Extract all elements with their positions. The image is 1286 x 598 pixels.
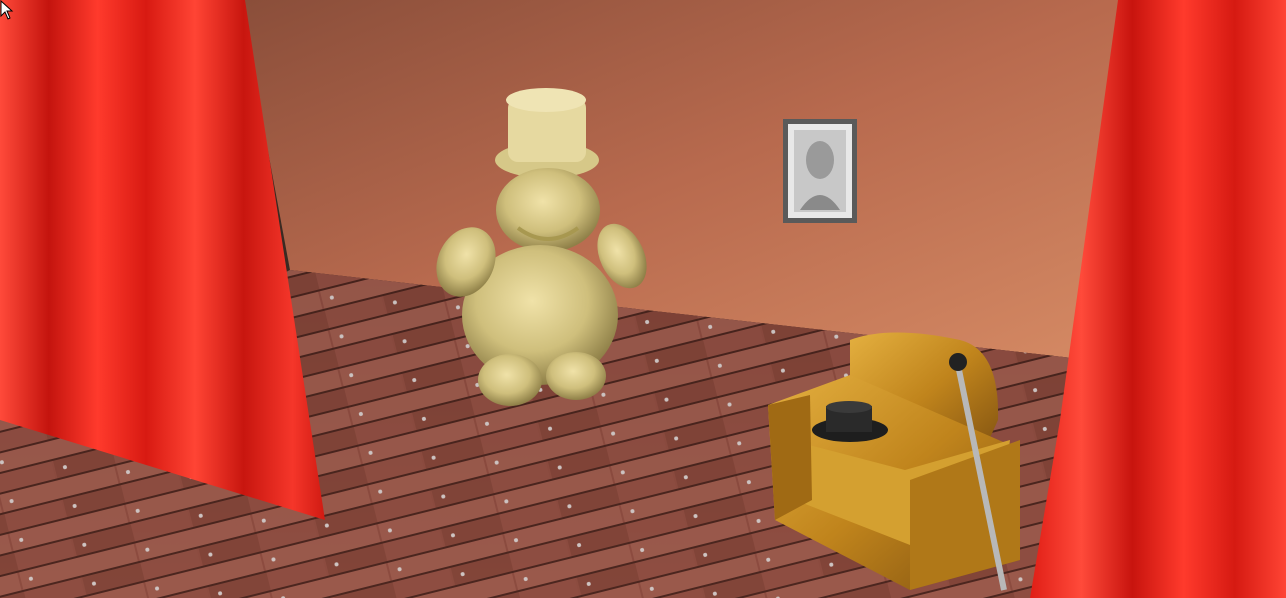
framed-portrait: [783, 119, 857, 223]
scene-render: [0, 0, 1286, 598]
game-viewport[interactable]: [0, 0, 1286, 598]
mouse-pointer-icon: [0, 0, 14, 20]
